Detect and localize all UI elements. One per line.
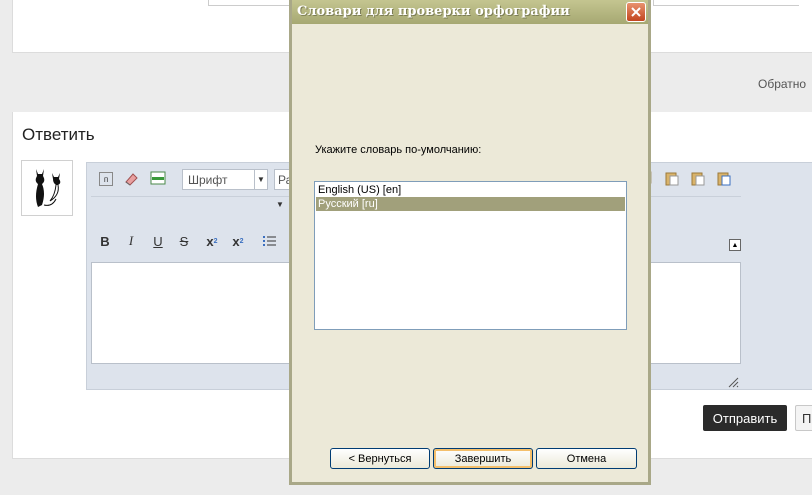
chevron-down-icon[interactable]: ▼ [254,170,267,189]
collapse-arrow-icon: ▲ [731,241,739,249]
resize-grip[interactable] [727,375,739,388]
finish-button[interactable]: Завершить [433,448,533,469]
underline-button[interactable]: U [150,233,166,249]
paste-icon [665,172,679,186]
italic-label: I [128,233,134,248]
default-dictionary-label: Укажите словарь по-умолчанию: [315,144,482,156]
preview-button[interactable]: П [795,405,812,431]
superscript-label: x [232,233,240,249]
send-button[interactable]: Отправить [703,405,787,431]
horizontal-rule-icon [150,171,166,185]
close-button[interactable] [626,2,646,22]
font-combo[interactable]: Шрифт ▼ [182,169,268,190]
eraser-button[interactable] [123,171,139,187]
source-mode-button[interactable]: п [99,172,113,186]
top-input-left[interactable] [208,0,300,6]
subscript-label: x [206,233,214,249]
resize-grip-icon [728,377,739,388]
font-combo-label: Шрифт [188,173,228,187]
back-link[interactable]: Обратно [758,77,806,91]
eraser-icon [125,173,138,186]
collapse-toolbar-button[interactable]: ▲ [729,239,741,251]
bold-button[interactable]: B [97,233,113,249]
bullet-list-button[interactable] [262,233,278,249]
top-input-right[interactable] [653,0,799,6]
toolbar-dropdown[interactable]: ▼ [274,196,286,212]
horizontal-rule-button[interactable] [150,170,166,186]
paste-text-button[interactable] [690,170,706,186]
spellcheck-dictionaries-dialog: Словари для проверки орфографии Укажите … [289,0,651,485]
dialog-titlebar[interactable]: Словари для проверки орфографии [292,0,648,24]
dictionary-option-ru[interactable]: Русский [ru] [316,197,625,211]
paste-text-icon [691,172,705,186]
subscript-marker-icon: 2 [213,237,218,245]
superscript-button[interactable]: x2 [230,233,246,249]
italic-button[interactable]: I [123,233,139,249]
strikethrough-button[interactable]: S [176,233,192,249]
cat-avatar-icon [35,169,61,207]
cancel-button[interactable]: Отмена [536,448,637,469]
strikethrough-label: S [179,233,189,249]
paste-word-button[interactable] [716,170,732,186]
reply-heading: Ответить [22,125,95,144]
subscript-button[interactable]: x2 [204,233,220,249]
dictionary-option-en[interactable]: English (US) [en] [316,183,625,197]
chevron-down-icon: ▼ [276,199,284,209]
avatar [21,160,73,216]
underline-label: U [153,233,163,249]
paste-word-icon [717,172,731,186]
close-icon [631,7,641,17]
paste-button[interactable] [664,170,680,186]
back-button[interactable]: < Вернуться [330,448,430,469]
bullet-list-icon [263,236,276,246]
superscript-marker-icon: 2 [239,237,244,245]
dialog-title: Словари для проверки орфографии [297,4,570,19]
dictionary-listbox[interactable]: English (US) [en] Русский [ru] [314,181,627,330]
bold-label: B [100,233,110,249]
source-icon: п [103,174,109,184]
